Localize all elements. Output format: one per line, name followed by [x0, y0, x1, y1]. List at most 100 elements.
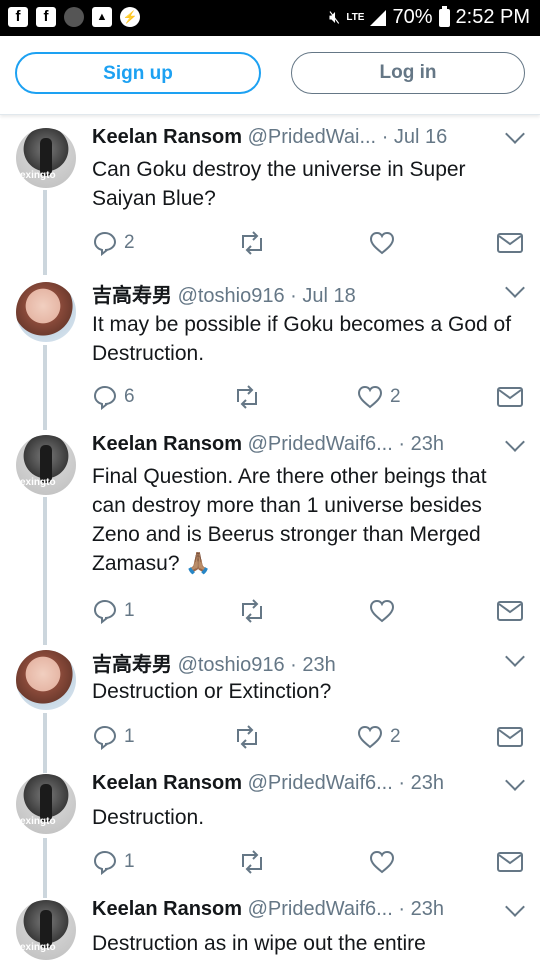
author-name[interactable]: 吉高寿男	[92, 285, 172, 307]
avatar[interactable]: exingto	[16, 128, 76, 188]
reply-button[interactable]: 6	[92, 382, 135, 412]
author-name[interactable]: 吉高寿男	[92, 654, 172, 676]
like-count: 2	[390, 386, 401, 407]
battery-percent: 70%	[392, 6, 433, 28]
instagram-icon	[64, 7, 84, 27]
heart-icon	[357, 385, 383, 409]
reply-icon	[93, 725, 117, 750]
reply-count: 6	[124, 386, 135, 407]
author-name[interactable]: Keelan Ransom	[92, 126, 242, 148]
thread-line	[43, 838, 47, 898]
reply-icon	[93, 850, 117, 875]
avatar[interactable]	[16, 282, 76, 342]
author-name[interactable]: Keelan Ransom	[92, 898, 242, 920]
tweet-time[interactable]: · Jul 18	[290, 285, 356, 307]
tweet-header: 吉高寿男 @toshio916 · Jul 18	[92, 279, 356, 308]
reply-button[interactable]: 1	[92, 847, 135, 877]
signal-icon	[370, 9, 387, 26]
like-button[interactable]: 2	[356, 382, 401, 412]
chevron-down-icon[interactable]	[505, 278, 525, 298]
message-button[interactable]	[496, 228, 524, 258]
battery-icon	[438, 5, 450, 27]
message-button[interactable]	[496, 596, 524, 626]
chevron-down-icon[interactable]	[505, 647, 525, 667]
tweet-actions: 1	[92, 847, 524, 877]
retweet-button[interactable]	[232, 382, 268, 412]
reply-count: 1	[124, 600, 135, 621]
retweet-icon	[242, 231, 262, 255]
tweet-text: Can Goku destroy the universe in Super S…	[92, 158, 466, 210]
tweet-time[interactable]: · 23h	[398, 433, 444, 455]
heart-icon	[369, 231, 395, 255]
reply-button[interactable]: 1	[92, 722, 135, 752]
retweet-icon	[237, 725, 257, 749]
mail-icon	[497, 727, 523, 747]
mail-icon	[497, 852, 523, 872]
retweet-button[interactable]	[237, 596, 273, 626]
like-button[interactable]	[368, 228, 402, 258]
avatar[interactable]	[16, 650, 76, 710]
reply-icon	[93, 385, 117, 410]
chevron-down-icon[interactable]	[505, 897, 525, 917]
login-button[interactable]: Log in	[291, 52, 525, 94]
retweet-button[interactable]	[237, 228, 273, 258]
reply-count: 2	[124, 232, 135, 253]
message-button[interactable]	[496, 722, 524, 752]
chevron-down-icon[interactable]	[505, 432, 525, 452]
tweet-time[interactable]: · Jul 16	[382, 126, 448, 148]
mail-icon	[497, 387, 523, 407]
like-button[interactable]: 2	[356, 722, 401, 752]
avatar[interactable]: exingto	[16, 900, 76, 960]
status-bar: f f ▲ ⚡ 🔇︎ LTE 70% 2:52 PM	[0, 0, 540, 36]
tweet-time[interactable]: · 23h	[398, 772, 444, 794]
author-name[interactable]: Keelan Ransom	[92, 772, 242, 794]
avatar[interactable]: exingto	[16, 774, 76, 834]
reply-button[interactable]: 2	[92, 228, 135, 258]
avatar[interactable]: exingto	[16, 435, 76, 495]
thread-line	[43, 345, 47, 430]
like-button[interactable]	[368, 596, 402, 626]
tweet-actions: 1 2	[92, 722, 524, 752]
heart-icon	[369, 850, 395, 874]
author-name[interactable]: Keelan Ransom	[92, 433, 242, 455]
tweet-time[interactable]: · 23h	[398, 898, 444, 920]
thread-line	[43, 713, 47, 773]
heart-icon	[357, 725, 383, 749]
message-button[interactable]	[496, 847, 524, 877]
like-button[interactable]	[368, 847, 402, 877]
reply-button[interactable]: 1	[92, 596, 135, 626]
system-status: 🔇︎ LTE 70% 2:52 PM	[329, 5, 530, 29]
reply-count: 1	[124, 851, 135, 872]
tweet-text: Destruction.	[92, 806, 205, 829]
reply-count: 1	[124, 726, 135, 747]
tweet-text: Destruction as in wipe out the entire	[92, 932, 426, 955]
author-handle[interactable]: @PridedWaif6...	[248, 898, 393, 920]
retweet-icon	[237, 385, 257, 409]
tweet-text: Final Question. Are there other beings t…	[92, 465, 487, 575]
retweet-icon	[242, 599, 262, 623]
tweet-actions: 6 2	[92, 382, 524, 412]
tweet-time[interactable]: · 23h	[290, 654, 336, 676]
author-handle[interactable]: @toshio916	[178, 285, 285, 307]
tweet-text: Destruction or Extinction?	[92, 680, 332, 703]
tweet-header: Keelan Ransom @PridedWaif6... · 23h	[92, 433, 444, 456]
retweet-button[interactable]	[237, 847, 273, 877]
author-handle[interactable]: @PridedWaif6...	[248, 772, 393, 794]
author-handle[interactable]: @toshio916	[178, 654, 285, 676]
chevron-down-icon[interactable]	[505, 124, 525, 144]
messenger-icon: ⚡	[120, 7, 140, 27]
chevron-down-icon[interactable]	[505, 771, 525, 791]
retweet-button[interactable]	[232, 722, 268, 752]
network-type: LTE	[346, 12, 365, 23]
signup-button[interactable]: Sign up	[15, 52, 261, 94]
heart-icon	[369, 599, 395, 623]
thread-line	[43, 497, 47, 645]
auth-header: Sign up Log in	[0, 36, 540, 115]
facebook-icon: f	[8, 7, 28, 27]
author-handle[interactable]: @PridedWaif6...	[248, 433, 393, 455]
mail-icon	[497, 601, 523, 621]
author-handle[interactable]: @PridedWai...	[248, 126, 377, 148]
tweet-header: Keelan Ransom @PridedWaif6... · 23h	[92, 898, 444, 921]
message-button[interactable]	[496, 382, 524, 412]
retweet-icon	[242, 850, 262, 874]
